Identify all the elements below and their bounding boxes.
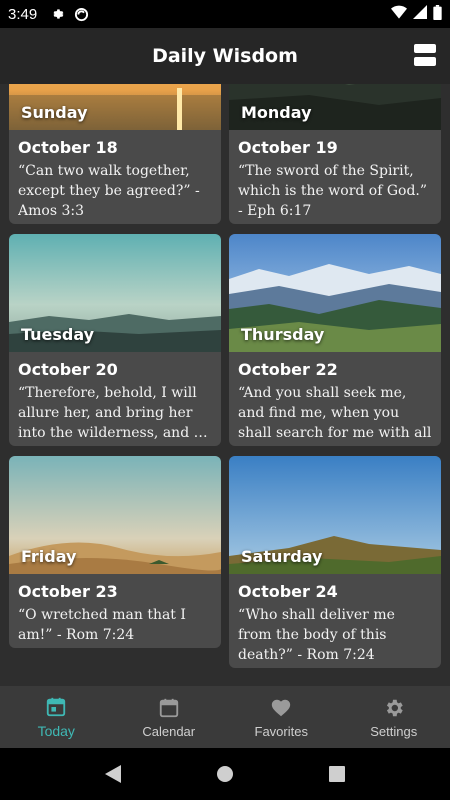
recents-square-icon	[329, 766, 345, 782]
layout-icon-top	[414, 44, 436, 53]
nav-label: Favorites	[254, 723, 308, 739]
layout-icon-bottom	[414, 57, 436, 66]
card-image-green-hills: Saturday	[229, 456, 441, 574]
card-date: October 23	[18, 582, 118, 601]
back-button[interactable]	[102, 763, 124, 785]
card-quote: “The sword of the Spirit, which is the w…	[238, 163, 428, 219]
recents-button[interactable]	[326, 763, 348, 785]
card-date: October 19	[238, 138, 338, 157]
signal-icon	[413, 5, 427, 23]
card-quote: “Therefore, behold, I will allure her, a…	[18, 385, 208, 441]
card-image-mountain-valley: Thursday	[229, 234, 441, 352]
sync-status-icon	[73, 6, 89, 22]
nav-favorites[interactable]: Favorites	[225, 686, 338, 748]
card-thursday[interactable]: Thursday October 22 “And you shall seek …	[229, 234, 441, 446]
card-day-label: Thursday	[241, 325, 325, 344]
home-button[interactable]	[214, 763, 236, 785]
card-friday[interactable]: Friday October 23 “O wretched man that I…	[9, 456, 221, 648]
card-image-misty-hills: Tuesday	[9, 234, 221, 352]
status-time: 3:49	[8, 5, 38, 23]
card-day-label: Tuesday	[21, 325, 95, 344]
system-navigation-bar	[0, 748, 450, 800]
card-day-label: Monday	[241, 103, 312, 122]
card-tuesday[interactable]: Tuesday October 20 “Therefore, behold, I…	[9, 234, 221, 446]
card-quote: “And you shall seek me, and find me, whe…	[238, 385, 432, 441]
bottom-navigation: Today Calendar Favorites Settings	[0, 686, 450, 748]
settings-gear-status-icon	[49, 6, 65, 22]
card-grid[interactable]: Sunday October 18 “Can two walk together…	[0, 84, 450, 686]
card-image-sunset: Sunday	[9, 84, 221, 130]
card-day-label: Saturday	[241, 547, 323, 566]
nav-label: Settings	[370, 723, 418, 739]
calendar-today-icon	[44, 695, 68, 719]
nav-label: Calendar	[142, 723, 196, 739]
back-triangle-icon	[105, 765, 121, 783]
card-day-label: Friday	[21, 547, 77, 566]
battery-icon	[433, 4, 442, 24]
card-date: October 20	[18, 360, 118, 379]
nav-settings[interactable]: Settings	[338, 686, 450, 748]
nav-today[interactable]: Today	[0, 686, 113, 748]
app-bar: Daily Wisdom	[0, 28, 450, 84]
app-title: Daily Wisdom	[152, 45, 298, 67]
calendar-icon	[157, 696, 181, 720]
status-bar: 3:49	[0, 0, 450, 28]
card-quote: “Can two walk together, except they be a…	[18, 163, 200, 219]
card-quote: “Who shall deliver me from the body of t…	[238, 607, 395, 663]
card-date: October 18	[18, 138, 118, 157]
heart-icon	[269, 696, 293, 720]
card-image-desert: Friday	[9, 456, 221, 574]
card-date: October 24	[238, 582, 338, 601]
wifi-icon	[391, 5, 407, 23]
home-circle-icon	[217, 766, 233, 782]
card-day-label: Sunday	[21, 103, 88, 122]
card-monday[interactable]: Monday October 19 “The sword of the Spir…	[229, 84, 441, 224]
card-quote: “O wretched man that I am!” - Rom 7:24	[18, 607, 186, 643]
card-date: October 22	[238, 360, 338, 379]
nav-calendar[interactable]: Calendar	[113, 686, 226, 748]
nav-label: Today	[37, 723, 75, 739]
gear-icon	[382, 696, 406, 720]
card-saturday[interactable]: Saturday October 24 “Who shall deliver m…	[229, 456, 441, 668]
card-sunday[interactable]: Sunday October 18 “Can two walk together…	[9, 84, 221, 224]
card-image-dark-hills: Monday	[229, 84, 441, 130]
layout-toggle-button[interactable]	[414, 44, 436, 66]
